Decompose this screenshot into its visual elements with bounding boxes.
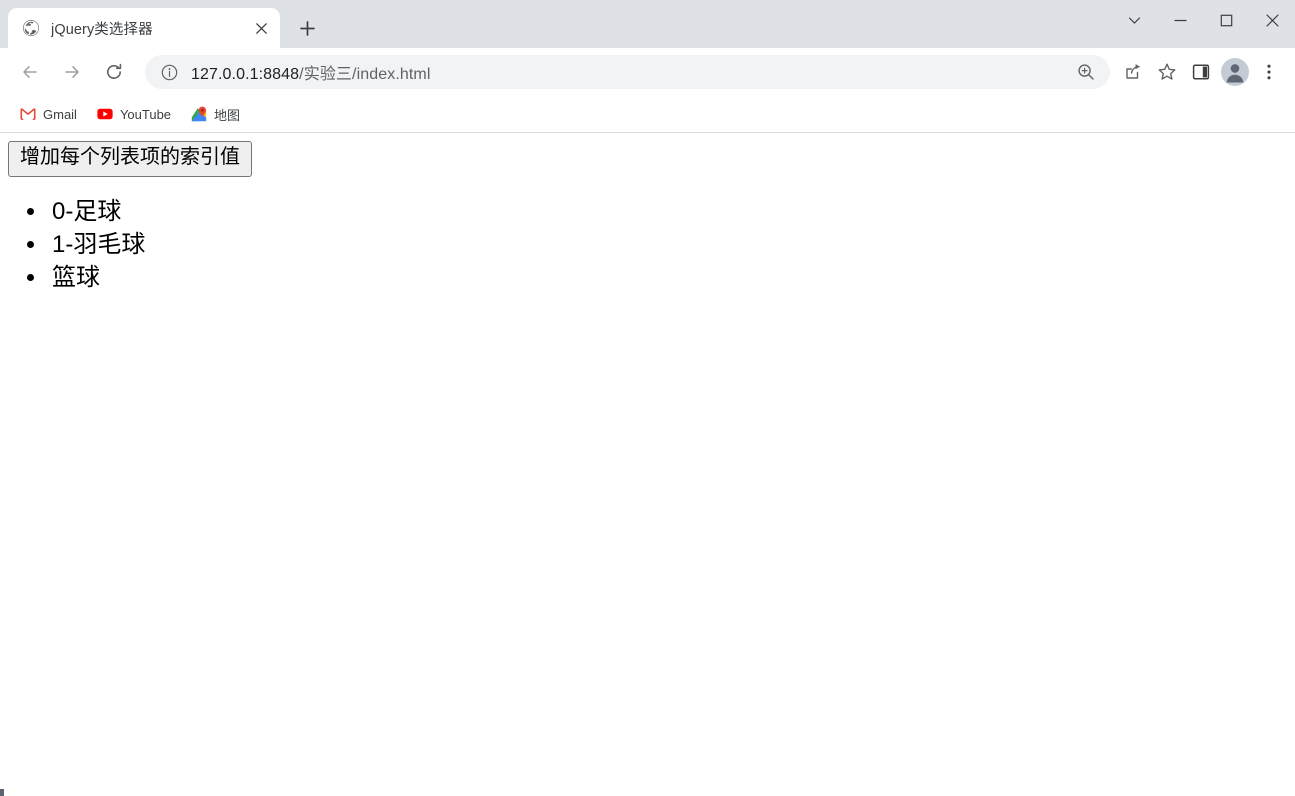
star-icon xyxy=(1158,63,1176,80)
bookmark-star-button[interactable] xyxy=(1150,55,1184,89)
close-icon[interactable] xyxy=(248,15,274,41)
tab-search-button[interactable] xyxy=(1111,0,1157,40)
side-panel-button[interactable] xyxy=(1184,55,1218,89)
forward-button[interactable] xyxy=(55,55,89,89)
plus-icon xyxy=(299,20,315,36)
increase-index-button[interactable]: 增加每个列表项的索引值 xyxy=(8,141,252,177)
google-maps-icon xyxy=(191,106,207,122)
bookmark-youtube[interactable]: YouTube xyxy=(89,100,179,128)
reload-button[interactable] xyxy=(97,55,131,89)
sport-list: 0-足球 1-羽毛球 篮球 xyxy=(8,195,1287,294)
three-dot-menu-icon xyxy=(1267,64,1271,80)
profile-button[interactable] xyxy=(1218,55,1252,89)
window-corner-marker xyxy=(0,789,4,796)
window-close-button[interactable] xyxy=(1249,0,1295,40)
share-icon xyxy=(1126,64,1140,79)
page-content: 增加每个列表项的索引值 0-足球 1-羽毛球 篮球 xyxy=(0,133,1295,302)
list-item[interactable]: 0-足球 xyxy=(48,195,1287,228)
chevron-down-icon xyxy=(1128,16,1140,24)
url-text[interactable]: 127.0.0.1:8848/实验三/index.html xyxy=(191,60,1072,84)
arrow-right-icon xyxy=(65,66,79,78)
maximize-icon xyxy=(1220,14,1232,26)
close-icon xyxy=(1265,13,1279,27)
minimize-icon xyxy=(1173,19,1187,21)
tab-strip: jQuery类选择器 xyxy=(0,0,1295,48)
page-viewport: 增加每个列表项的索引值 0-足球 1-羽毛球 篮球 xyxy=(0,133,1295,796)
zoom-in-icon[interactable] xyxy=(1072,58,1100,86)
url-path: /实验三/index.html xyxy=(299,66,431,83)
share-button[interactable] xyxy=(1116,55,1150,89)
window-controls xyxy=(1111,0,1295,40)
bookmark-label: 地图 xyxy=(214,107,241,123)
list-item[interactable]: 1-羽毛球 xyxy=(48,228,1287,261)
browser-toolbar: 127.0.0.1:8848/实验三/index.html xyxy=(0,48,1295,96)
bookmark-gmail[interactable]: Gmail xyxy=(12,100,85,128)
url-host: 127.0.0.1:8848 xyxy=(191,66,300,83)
bookmark-label: YouTube xyxy=(119,106,172,122)
list-item[interactable]: 篮球 xyxy=(48,261,1287,294)
youtube-icon xyxy=(97,106,113,122)
globe-icon xyxy=(22,19,40,37)
address-bar[interactable]: 127.0.0.1:8848/实验三/index.html xyxy=(145,55,1110,89)
minimize-button[interactable] xyxy=(1157,0,1203,40)
tab-title: jQuery类选择器 xyxy=(51,21,153,38)
avatar xyxy=(1221,58,1249,86)
person-icon xyxy=(1226,64,1244,83)
info-circle-icon[interactable] xyxy=(155,58,183,86)
browser-tab[interactable]: jQuery类选择器 xyxy=(8,8,280,48)
back-button[interactable] xyxy=(13,55,47,89)
browser-window: jQuery类选择器 127.0.0.1:8848/实验三/index.html… xyxy=(0,0,1295,796)
side-panel-icon xyxy=(1192,64,1210,80)
new-tab-button[interactable] xyxy=(290,11,324,45)
maximize-button[interactable] xyxy=(1203,0,1249,40)
arrow-left-icon xyxy=(23,66,37,78)
bookmarks-bar: Gmail YouTube 地图 xyxy=(0,96,1295,133)
bookmark-label: Gmail xyxy=(43,106,77,122)
reload-icon xyxy=(107,63,122,79)
bookmark-maps[interactable]: 地图 xyxy=(183,100,248,128)
gmail-icon xyxy=(20,106,36,122)
chrome-menu-button[interactable] xyxy=(1252,55,1286,89)
